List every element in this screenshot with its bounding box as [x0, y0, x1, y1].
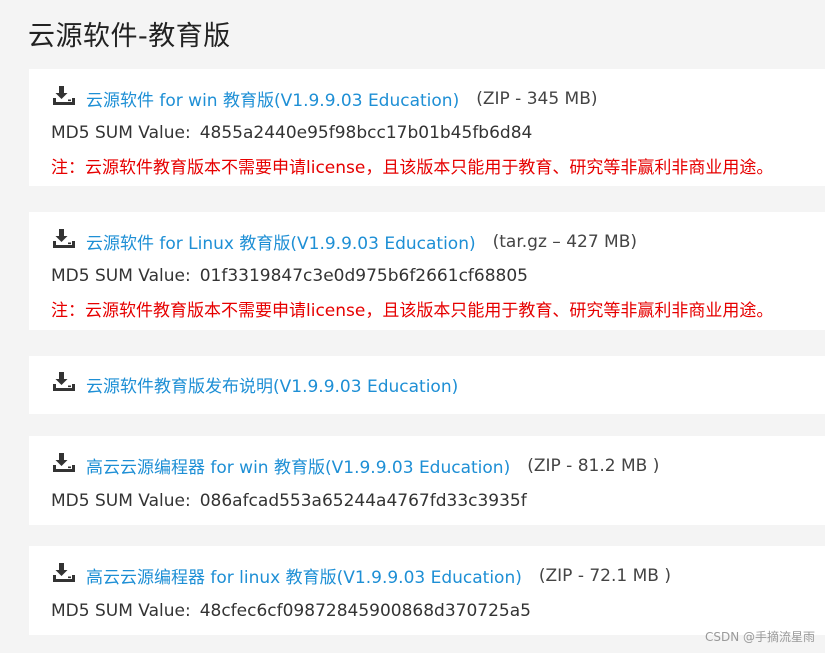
md5-value: 48cfec6cf09872845900868d370725a5: [199, 601, 531, 621]
download-icon[interactable]: [51, 228, 77, 250]
page-title: 云源软件-教育版: [28, 21, 231, 52]
md5-row: MD5 SUM Value: 48cfec6cf09872845900868d37…: [51, 601, 531, 621]
release-notes-link[interactable]: 云源软件教育版发布说明(V1.9.9.03 Education): [86, 372, 458, 397]
download-row: 高云云源编程器 for win 教育版(V1.9.9.03 Education)…: [51, 452, 660, 478]
file-size: (ZIP - 345 MB): [476, 88, 598, 109]
programmer-card-win: 高云云源编程器 for win 教育版(V1.9.9.03 Education)…: [29, 436, 825, 525]
download-link-linux[interactable]: 云源软件 for Linux 教育版(V1.9.9.03 Education): [86, 229, 476, 254]
md5-label: MD5 SUM Value:: [51, 491, 191, 511]
download-icon[interactable]: [51, 85, 77, 107]
download-row: 云源软件 for Linux 教育版(V1.9.9.03 Education) …: [51, 228, 638, 254]
watermark: CSDN @手摘流星雨: [704, 630, 815, 644]
md5-label: MD5 SUM Value:: [51, 123, 191, 143]
md5-value: 4855a2440e95f98bcc17b01b45fb6d84: [199, 123, 533, 143]
programmer-card-linux: 高云云源编程器 for linux 教育版(V1.9.9.03 Educatio…: [29, 546, 825, 635]
download-link-win[interactable]: 云源软件 for win 教育版(V1.9.9.03 Education): [86, 86, 459, 111]
md5-row: MD5 SUM Value: 4855a2440e95f98bcc17b01b45…: [51, 123, 532, 143]
download-card-win: 云源软件 for win 教育版(V1.9.9.03 Education) (Z…: [29, 69, 825, 186]
md5-label: MD5 SUM Value:: [51, 601, 191, 621]
file-size: (ZIP - 81.2 MB ): [527, 455, 660, 476]
license-note: 注：云源软件教育版本不需要申请license，且该版本只能用于教育、研究等非赢利…: [51, 158, 774, 178]
md5-row: MD5 SUM Value: 01f3319847c3e0d975b6f2661c…: [51, 266, 528, 286]
md5-value: 01f3319847c3e0d975b6f2661cf68805: [199, 266, 528, 286]
license-note: 注：云源软件教育版本不需要申请license，且该版本只能用于教育、研究等非赢利…: [51, 301, 774, 321]
download-card-linux: 云源软件 for Linux 教育版(V1.9.9.03 Education) …: [29, 212, 825, 330]
file-size: (tar.gz – 427 MB): [492, 231, 638, 252]
programmer-link-linux[interactable]: 高云云源编程器 for linux 教育版(V1.9.9.03 Educatio…: [86, 563, 522, 588]
md5-value: 086afcad553a65244a4767fd33c3935f: [199, 491, 527, 511]
file-size: (ZIP - 72.1 MB ): [538, 565, 671, 586]
md5-label: MD5 SUM Value:: [51, 266, 191, 286]
download-row: 云源软件教育版发布说明(V1.9.9.03 Education): [51, 371, 458, 397]
md5-row: MD5 SUM Value: 086afcad553a65244a4767fd33…: [51, 491, 527, 511]
download-icon[interactable]: [51, 371, 77, 393]
download-icon[interactable]: [51, 452, 77, 474]
programmer-link-win[interactable]: 高云云源编程器 for win 教育版(V1.9.9.03 Education): [86, 453, 510, 478]
download-row: 云源软件 for win 教育版(V1.9.9.03 Education) (Z…: [51, 85, 598, 111]
download-row: 高云云源编程器 for linux 教育版(V1.9.9.03 Educatio…: [51, 562, 671, 588]
release-notes-card: 云源软件教育版发布说明(V1.9.9.03 Education): [29, 356, 825, 414]
download-icon[interactable]: [51, 562, 77, 584]
